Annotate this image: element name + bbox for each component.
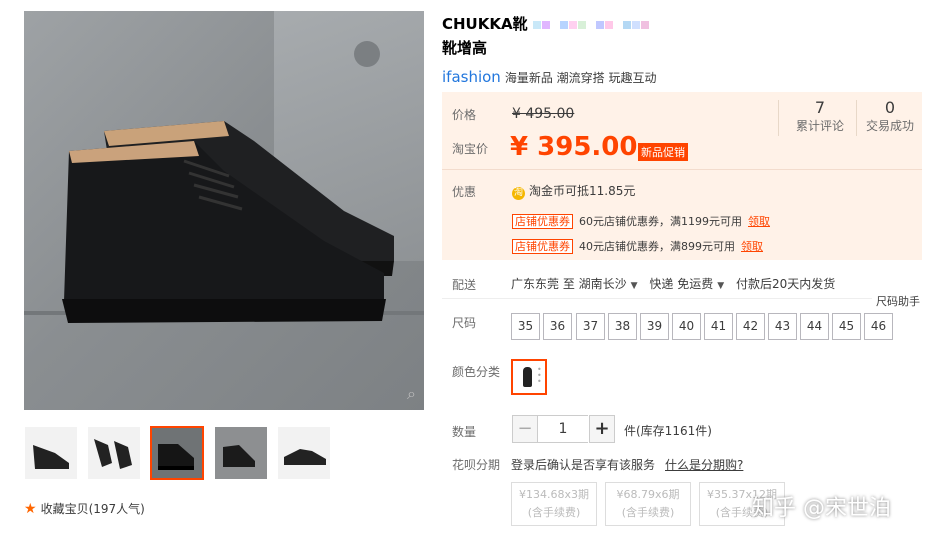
ship-to-select[interactable]: 湖南长沙 ▼ [579, 277, 646, 291]
sales-stat: 0 交易成功 [860, 98, 920, 134]
size-option[interactable]: 38 [608, 313, 637, 340]
chevron-down-icon: ▼ [630, 281, 638, 291]
ship-to-value: 湖南长沙 [578, 277, 627, 291]
size-option[interactable]: 36 [543, 313, 572, 340]
divider [442, 169, 922, 170]
sales-label: 交易成功 [865, 119, 914, 133]
coin-icon: 淘 [512, 187, 525, 200]
price-panel: 价格 ¥ 495.00 淘宝价 ¥ 395.00 新品促销 7 累计评论 0 交… [442, 92, 922, 260]
ship-from: 广东东莞 至 [511, 277, 575, 291]
quantity-decrease-button[interactable]: − [512, 415, 538, 443]
shoe-thumbnail [94, 439, 132, 469]
shoe-thumbnail [284, 449, 326, 465]
claim-coupon-link[interactable]: 领取 [741, 240, 763, 253]
size-helper-link[interactable]: 尺码助手 [876, 293, 920, 309]
color-label: 颜色分类 [452, 365, 501, 379]
favorite-button[interactable]: ★ 收藏宝贝(197人气) [24, 500, 145, 517]
thumbnail-3-selected[interactable] [150, 426, 204, 480]
shipping-label: 配送 [452, 278, 477, 292]
shoe-thumbnail [33, 445, 69, 469]
plan-amount: ¥68.79x6期 [616, 488, 680, 501]
taojinbi-info: 淘淘金币可抵11.85元 [512, 182, 635, 200]
ifashion-logo: ifashion [442, 68, 501, 86]
price-label: 价格 [452, 108, 477, 122]
size-option[interactable]: 37 [576, 313, 605, 340]
divider [778, 100, 779, 136]
boots-illustration [62, 121, 394, 323]
shoe-thumbnail [158, 444, 194, 470]
size-label: 尺码 [452, 316, 477, 330]
thumbnail-5[interactable] [277, 426, 331, 480]
size-option[interactable]: 43 [768, 313, 797, 340]
shoe-thumbnail [523, 367, 532, 387]
express-value: 快递 免运费 [649, 277, 714, 291]
claim-coupon-link[interactable]: 领取 [748, 215, 770, 228]
coupon-text: 40元店铺优惠券，满899元可用 [579, 240, 735, 253]
discount-label: 优惠 [452, 185, 477, 199]
quantity-label: 数量 [452, 425, 477, 439]
zoom-icon[interactable]: ⌕ [407, 384, 416, 404]
ship-time: 付款后20天内发货 [736, 277, 836, 291]
size-option[interactable]: 46 [864, 313, 893, 340]
color-option-selected[interactable]: • • • [511, 359, 547, 395]
divider [856, 100, 857, 136]
size-option[interactable]: 35 [511, 313, 540, 340]
reviews-stat[interactable]: 7 累计评论 [790, 98, 850, 134]
thumbnail-2[interactable] [87, 426, 141, 480]
huabei-label: 花呗分期 [452, 458, 501, 472]
main-product-image[interactable]: ⌕ [24, 11, 424, 410]
current-price: ¥ 395.00 [510, 132, 638, 162]
huabei-login-note: 登录后确认是否享有该服务 [511, 458, 656, 472]
brand-banner[interactable]: ifashion 海量新品 潮流穿搭 玩趣互动 [442, 68, 656, 86]
zhihu-watermark: 知乎 @宋世泊 [752, 496, 891, 521]
size-option[interactable]: 42 [736, 313, 765, 340]
shipping-info: 广东东莞 至 湖南长沙 ▼ 快递 免运费 ▼ 付款后20天内发货 [511, 275, 835, 292]
chevron-down-icon: ▼ [717, 281, 725, 291]
coupon-tag: 店铺优惠券 [512, 239, 573, 254]
quantity-increase-button[interactable]: + [589, 415, 615, 443]
size-option[interactable]: 44 [800, 313, 829, 340]
plan-fee: (含手续费) [527, 506, 581, 519]
shoe-thumbnail [215, 427, 267, 479]
promo-badge: 新品促销 [638, 143, 688, 161]
taobao-price-label: 淘宝价 [452, 142, 489, 156]
coupon-tag: 店铺优惠券 [512, 214, 573, 229]
dots-icon: • • • [537, 365, 542, 386]
thumbnail-4[interactable] [214, 426, 268, 480]
coin-text: 淘金币可抵11.85元 [529, 184, 636, 198]
coupon-row: 店铺优惠券 60元店铺优惠券，满1199元可用 领取 [512, 213, 770, 229]
title-line-2: 靴增高 [442, 39, 488, 57]
favorite-label: 收藏宝贝 [40, 502, 89, 516]
size-option[interactable]: 45 [832, 313, 861, 340]
star-icon: ★ [24, 501, 37, 517]
redacted-pixels [532, 15, 650, 33]
reviews-label: 累计评论 [795, 119, 844, 133]
installment-plan[interactable]: ¥134.68x3期 (含手续费) [511, 482, 597, 526]
divider [442, 298, 872, 299]
brand-tags: 海量新品 潮流穿搭 玩趣互动 [504, 71, 657, 85]
installment-help-link[interactable]: 什么是分期购? [665, 456, 743, 473]
express-select[interactable]: 快递 免运费 ▼ [649, 277, 732, 291]
size-option[interactable]: 39 [640, 313, 669, 340]
coupon-text: 60元店铺优惠券，满1199元可用 [579, 215, 742, 228]
coupon-row: 店铺优惠券 40元店铺优惠券，满899元可用 领取 [512, 238, 763, 254]
plan-amount: ¥134.68x3期 [519, 488, 589, 501]
title-line-1: CHUKKA靴 [442, 15, 528, 33]
size-option[interactable]: 41 [704, 313, 733, 340]
installment-plan[interactable]: ¥68.79x6期 (含手续费) [605, 482, 691, 526]
original-price: ¥ 495.00 [512, 106, 575, 122]
product-title: CHUKKA靴 靴增高 [442, 12, 932, 60]
stock-info: 件(库存1161件) [624, 424, 712, 438]
thumbnail-1[interactable] [24, 426, 78, 480]
favorite-count: (197人气) [88, 502, 145, 516]
quantity-input[interactable]: 1 [538, 415, 588, 443]
sales-count: 0 [884, 98, 896, 117]
size-option[interactable]: 40 [672, 313, 701, 340]
plan-fee: (含手续费) [621, 506, 675, 519]
reviews-count: 7 [814, 98, 826, 117]
